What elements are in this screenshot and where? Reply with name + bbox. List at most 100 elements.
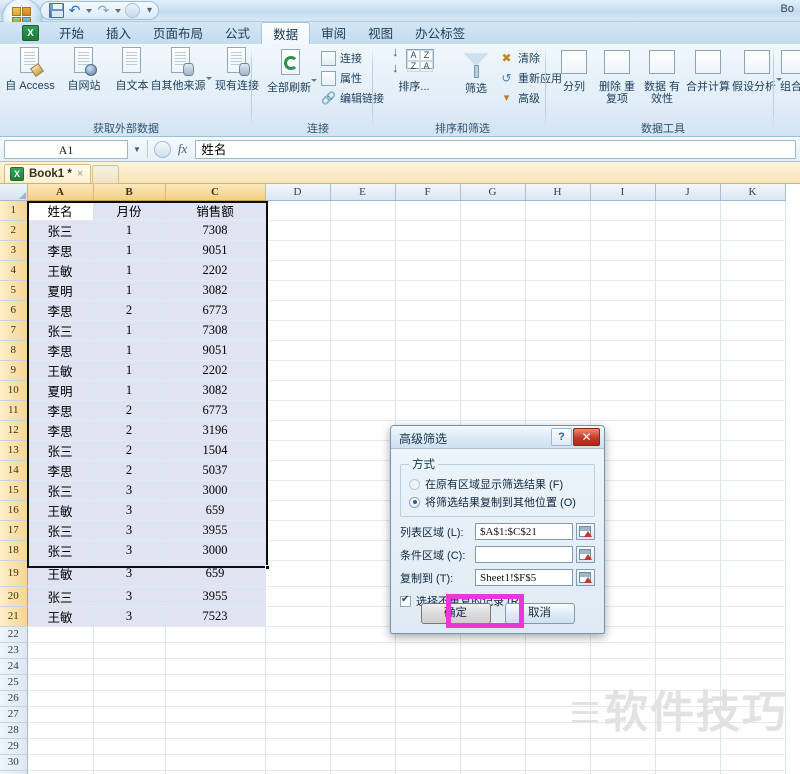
row-header-11[interactable]: 11	[0, 400, 28, 421]
cell-g30[interactable]	[460, 754, 526, 771]
column-header-b[interactable]: B	[93, 184, 166, 201]
cell-e10[interactable]	[330, 380, 396, 401]
cell-i26[interactable]	[590, 690, 656, 707]
new-document-tab-button[interactable]	[92, 165, 119, 184]
cell-c25[interactable]	[165, 674, 266, 691]
cell-i10[interactable]	[590, 380, 656, 401]
row-header-27[interactable]: 27	[0, 706, 28, 723]
cell-d13[interactable]	[265, 440, 331, 461]
cell-a19[interactable]: 王敏	[27, 560, 94, 587]
cell-i7[interactable]	[590, 320, 656, 341]
column-header-j[interactable]: J	[655, 184, 721, 201]
cell-c23[interactable]	[165, 642, 266, 659]
cell-k24[interactable]	[720, 658, 786, 675]
cell-d10[interactable]	[265, 380, 331, 401]
cell-b19[interactable]: 3	[93, 560, 166, 587]
cell-k3[interactable]	[720, 240, 786, 261]
cell-c16[interactable]: 659	[165, 500, 266, 521]
row-header-30[interactable]: 30	[0, 754, 28, 771]
consolidate-button[interactable]: 合并计算	[682, 48, 734, 93]
cell-i3[interactable]	[590, 240, 656, 261]
cell-f28[interactable]	[395, 722, 461, 739]
cell-d18[interactable]	[265, 540, 331, 561]
from-other-sources-button[interactable]: 自其他来源	[150, 47, 212, 92]
cell-k20[interactable]	[720, 586, 786, 607]
cell-b14[interactable]: 2	[93, 460, 166, 481]
cell-c1[interactable]: 销售额	[165, 200, 266, 221]
cell-a18[interactable]: 张三	[27, 540, 94, 561]
cell-e27[interactable]	[330, 706, 396, 723]
cell-j1[interactable]	[655, 200, 721, 221]
cell-b13[interactable]: 2	[93, 440, 166, 461]
cell-g26[interactable]	[460, 690, 526, 707]
cell-e26[interactable]	[330, 690, 396, 707]
cell-b7[interactable]: 1	[93, 320, 166, 341]
cell-j17[interactable]	[655, 520, 721, 541]
cell-b22[interactable]	[93, 626, 166, 643]
cell-i2[interactable]	[590, 220, 656, 241]
advanced-filter-dialog[interactable]: 高级筛选 ? ✕ 方式 在原有区域显示筛选结果 (F) 将筛选结果复制到其他位置…	[390, 425, 605, 634]
cell-k29[interactable]	[720, 738, 786, 755]
column-header-a[interactable]: A	[27, 184, 94, 201]
copy-to-input[interactable]: Sheet1!$F$5	[475, 569, 573, 586]
formula-input[interactable]: 姓名	[195, 139, 796, 159]
cell-g9[interactable]	[460, 360, 526, 381]
cell-b12[interactable]: 2	[93, 420, 166, 441]
row-header-14[interactable]: 14	[0, 460, 28, 481]
cell-g11[interactable]	[460, 400, 526, 421]
cell-c4[interactable]: 2202	[165, 260, 266, 281]
cell-b3[interactable]: 1	[93, 240, 166, 261]
list-range-picker-icon[interactable]	[576, 523, 595, 540]
cell-e30[interactable]	[330, 754, 396, 771]
cell-k25[interactable]	[720, 674, 786, 691]
column-header-k[interactable]: K	[720, 184, 786, 201]
cell-d23[interactable]	[265, 642, 331, 659]
column-header-h[interactable]: H	[525, 184, 591, 201]
formula-expand-icon[interactable]	[153, 140, 171, 158]
cell-i31[interactable]	[590, 770, 656, 774]
cell-k22[interactable]	[720, 626, 786, 643]
tab-view[interactable]: 视图	[357, 22, 404, 44]
cell-j14[interactable]	[655, 460, 721, 481]
cell-b11[interactable]: 2	[93, 400, 166, 421]
cell-f4[interactable]	[395, 260, 461, 281]
tab-data[interactable]: 数据	[261, 22, 311, 44]
cell-b8[interactable]: 1	[93, 340, 166, 361]
cell-b15[interactable]: 3	[93, 480, 166, 501]
cell-g23[interactable]	[460, 642, 526, 659]
cell-b27[interactable]	[93, 706, 166, 723]
cell-e9[interactable]	[330, 360, 396, 381]
cell-h24[interactable]	[525, 658, 591, 675]
cell-j16[interactable]	[655, 500, 721, 521]
cell-k2[interactable]	[720, 220, 786, 241]
cell-g1[interactable]	[460, 200, 526, 221]
row-header-3[interactable]: 3	[0, 240, 28, 261]
cell-a20[interactable]: 张三	[27, 586, 94, 607]
cell-b30[interactable]	[93, 754, 166, 771]
cell-k28[interactable]	[720, 722, 786, 739]
cell-d2[interactable]	[265, 220, 331, 241]
cell-j23[interactable]	[655, 642, 721, 659]
cell-c15[interactable]: 3000	[165, 480, 266, 501]
cell-k27[interactable]	[720, 706, 786, 723]
text-to-columns-button[interactable]: 分列	[554, 48, 594, 93]
cell-a21[interactable]: 王敏	[27, 606, 94, 627]
row-header-7[interactable]: 7	[0, 320, 28, 341]
cell-f26[interactable]	[395, 690, 461, 707]
cell-j12[interactable]	[655, 420, 721, 441]
cell-h26[interactable]	[525, 690, 591, 707]
cell-a6[interactable]: 李思	[27, 300, 94, 321]
refresh-all-caret-icon[interactable]	[311, 79, 317, 94]
cell-e12[interactable]	[330, 420, 396, 441]
cell-i25[interactable]	[590, 674, 656, 691]
cell-k30[interactable]	[720, 754, 786, 771]
cell-g2[interactable]	[460, 220, 526, 241]
cell-a22[interactable]	[27, 626, 94, 643]
cell-i28[interactable]	[590, 722, 656, 739]
cell-h30[interactable]	[525, 754, 591, 771]
cell-j21[interactable]	[655, 606, 721, 627]
cell-a11[interactable]: 李思	[27, 400, 94, 421]
column-header-e[interactable]: E	[330, 184, 396, 201]
cell-a4[interactable]: 王敏	[27, 260, 94, 281]
cell-c2[interactable]: 7308	[165, 220, 266, 241]
